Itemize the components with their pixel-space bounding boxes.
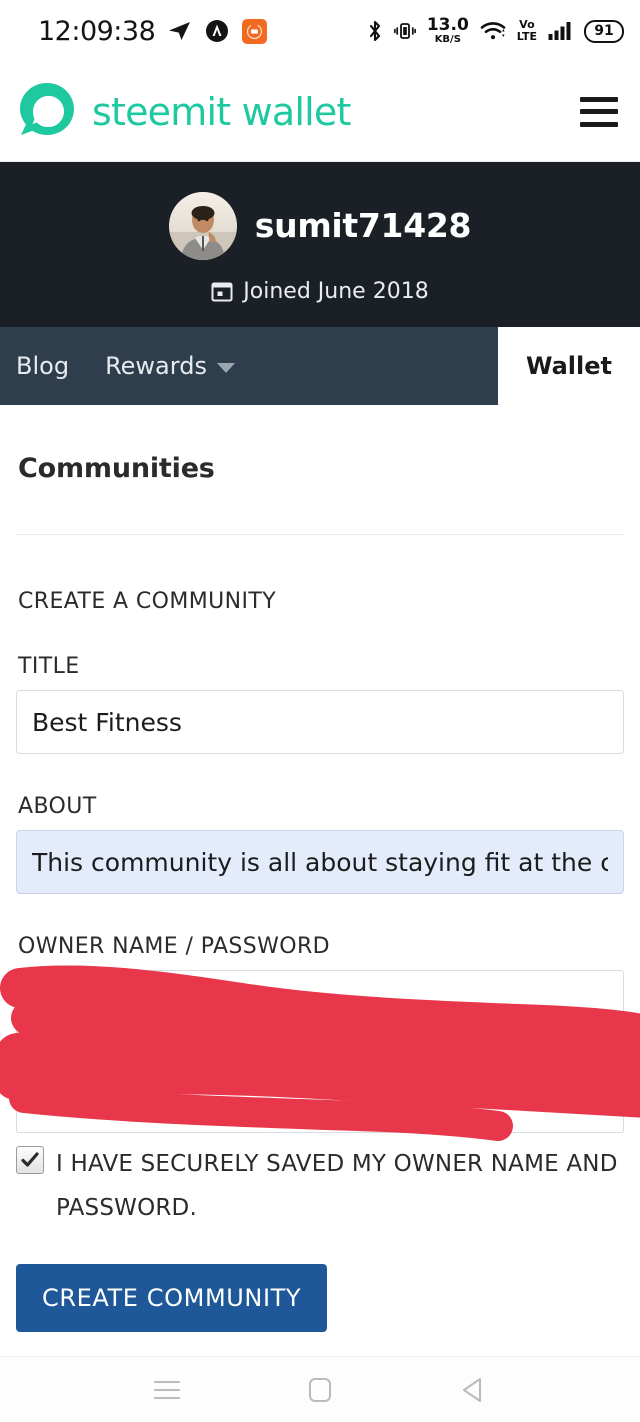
android-navigation-bar [0, 1356, 640, 1422]
profile-hero: sumit71428 Joined June 2018 [0, 162, 640, 327]
tab-rewards[interactable]: Rewards [87, 327, 253, 405]
brand-title: steemit wallet [92, 89, 351, 134]
field-owner-password: OWNER NAME / PASSWORD [0, 934, 640, 1141]
owner-password-input[interactable] [16, 970, 624, 1133]
chevron-down-icon [216, 363, 235, 373]
securely-saved-checkbox[interactable] [16, 1146, 44, 1174]
brand-link[interactable]: steemit wallet [14, 79, 580, 145]
status-clock: 12:09:38 [38, 15, 156, 47]
volte-icon: Vo LTE [517, 19, 537, 42]
checkmark-icon [21, 1152, 39, 1167]
home-icon [308, 1377, 332, 1402]
profile-identity-row: sumit71428 [168, 191, 472, 260]
profile-username: sumit71428 [254, 206, 472, 245]
securely-saved-checkbox-row[interactable]: I HAVE SECURELY SAVED MY OWNER NAME AND … [16, 1143, 624, 1230]
autodesk-icon [206, 20, 229, 42]
about-input[interactable] [16, 830, 624, 894]
battery-icon: 91 [584, 19, 624, 43]
vibrate-icon [393, 23, 416, 39]
owner-password-label: OWNER NAME / PASSWORD [18, 934, 331, 959]
signal-icon [548, 22, 571, 40]
home-button[interactable] [290, 1360, 350, 1420]
page-title: Communities [18, 453, 215, 484]
status-bar-left: 12:09:38 [38, 15, 268, 47]
status-bar: 12:09:38 13.0 KB/S Vo LTE 91 [0, 0, 640, 62]
app-header: steemit wallet [0, 62, 640, 162]
avatar[interactable] [168, 191, 237, 260]
back-icon [463, 1377, 482, 1402]
recents-button[interactable] [137, 1360, 197, 1420]
hamburger-menu-icon[interactable] [580, 96, 618, 127]
mi-app-icon [242, 18, 268, 44]
main-content: Communities CREATE A COMMUNITY TITLE ABO… [0, 405, 640, 1333]
tab-blog-label: Blog [16, 352, 70, 380]
field-about: ABOUT [16, 794, 624, 894]
tab-wallet[interactable]: Wallet [497, 327, 640, 405]
tab-wallet-label: Wallet [525, 352, 612, 380]
form-heading: CREATE A COMMUNITY [18, 589, 277, 614]
network-speed-indicator: 13.0 KB/S [427, 17, 469, 45]
calendar-icon [211, 282, 233, 302]
network-speed-unit: KB/S [434, 34, 461, 45]
about-label: ABOUT [18, 794, 97, 819]
volte-bottom-label: LTE [516, 30, 537, 43]
bluetooth-icon [369, 20, 380, 42]
create-community-form: CREATE A COMMUNITY TITLE ABOUT OWNER NAM… [0, 535, 640, 1333]
telegram-icon [169, 22, 191, 40]
tab-rewards-label: Rewards [105, 352, 207, 380]
profile-tabbar: Blog Rewards Wallet [0, 327, 640, 405]
profile-joined-text: Joined June 2018 [243, 278, 429, 304]
wifi-icon [480, 22, 506, 40]
field-title: TITLE [16, 654, 624, 754]
title-label: TITLE [18, 654, 80, 679]
tab-blog[interactable]: Blog [0, 327, 87, 405]
profile-joined: Joined June 2018 [211, 278, 429, 304]
securely-saved-label: I HAVE SECURELY SAVED MY OWNER NAME AND … [56, 1151, 618, 1221]
recents-icon [153, 1380, 180, 1399]
create-community-button[interactable]: CREATE COMMUNITY [16, 1264, 328, 1333]
title-input[interactable] [16, 690, 624, 754]
back-button[interactable] [443, 1360, 503, 1420]
status-bar-right: 13.0 KB/S Vo LTE 91 [367, 0, 624, 62]
network-speed-value: 13.0 [426, 15, 469, 35]
steemit-logo-icon [20, 82, 74, 135]
battery-percent: 91 [594, 23, 614, 39]
